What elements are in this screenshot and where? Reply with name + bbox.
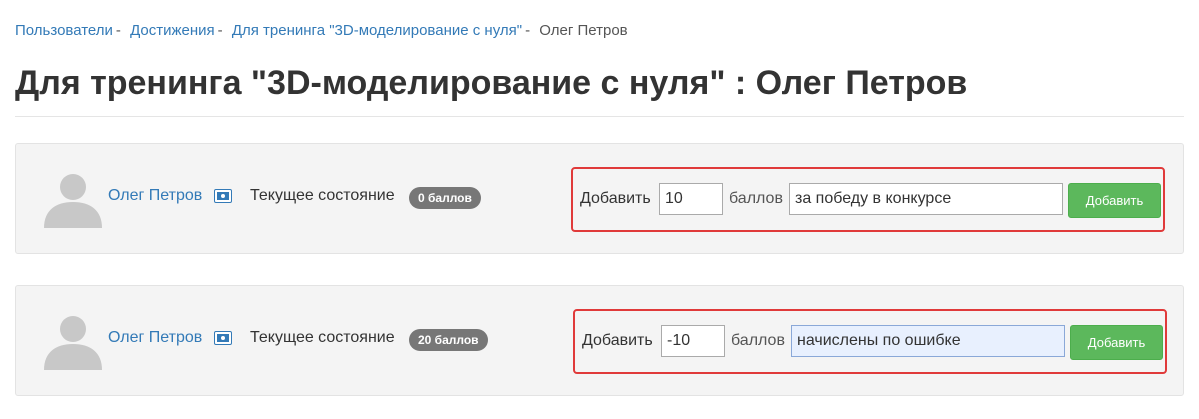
breadcrumb-training-link[interactable]: Для тренинга "3D-моделирование с нуля" (232, 22, 522, 39)
add-button[interactable]: Добавить (1068, 183, 1161, 218)
user-name-link[interactable]: Олег Петров (108, 187, 202, 205)
points-unit-label: баллов (731, 332, 785, 349)
user-row: Олег Петров Текущее состояние 20 баллов … (15, 285, 1184, 396)
add-label: Добавить (580, 190, 651, 207)
reason-input[interactable] (791, 325, 1065, 357)
user-row: Олег Петров Текущее состояние 0 баллов Д… (15, 143, 1184, 254)
points-badge: 0 баллов (409, 187, 481, 209)
avatar-placeholder-icon (44, 316, 102, 370)
add-points-form-highlight: Добавить баллов Добавить (571, 167, 1165, 232)
breadcrumb-achievements-link[interactable]: Достижения (130, 22, 215, 39)
breadcrumb-users-link[interactable]: Пользователи (15, 22, 113, 39)
points-badge: 20 баллов (409, 329, 488, 351)
add-points-form-highlight: Добавить баллов Добавить (573, 309, 1167, 374)
add-button[interactable]: Добавить (1070, 325, 1163, 360)
breadcrumb-separator: - (217, 22, 223, 39)
breadcrumb-separator: - (115, 22, 121, 39)
add-points-form: Добавить баллов Добавить (573, 169, 1163, 230)
breadcrumb: Пользователи - Достижения - Для тренинга "… (15, 22, 628, 39)
points-input[interactable] (661, 325, 725, 357)
title-divider (15, 116, 1184, 117)
current-state-label: Текущее состояние (250, 187, 395, 204)
breadcrumb-separator: - (525, 22, 531, 39)
avatar-placeholder-icon (44, 174, 102, 228)
add-points-form: Добавить баллов Добавить (575, 311, 1165, 372)
user-name-link[interactable]: Олег Петров (108, 329, 202, 347)
points-input[interactable] (659, 183, 723, 215)
id-card-icon[interactable] (214, 331, 232, 345)
current-state-label: Текущее состояние (250, 329, 395, 346)
breadcrumb-current: Олег Петров (539, 22, 628, 39)
page-title: Для тренинга "3D-моделирование с нуля" :… (15, 64, 968, 102)
add-label: Добавить (582, 332, 653, 349)
reason-input[interactable] (789, 183, 1063, 215)
points-unit-label: баллов (729, 190, 783, 207)
id-card-icon[interactable] (214, 189, 232, 203)
